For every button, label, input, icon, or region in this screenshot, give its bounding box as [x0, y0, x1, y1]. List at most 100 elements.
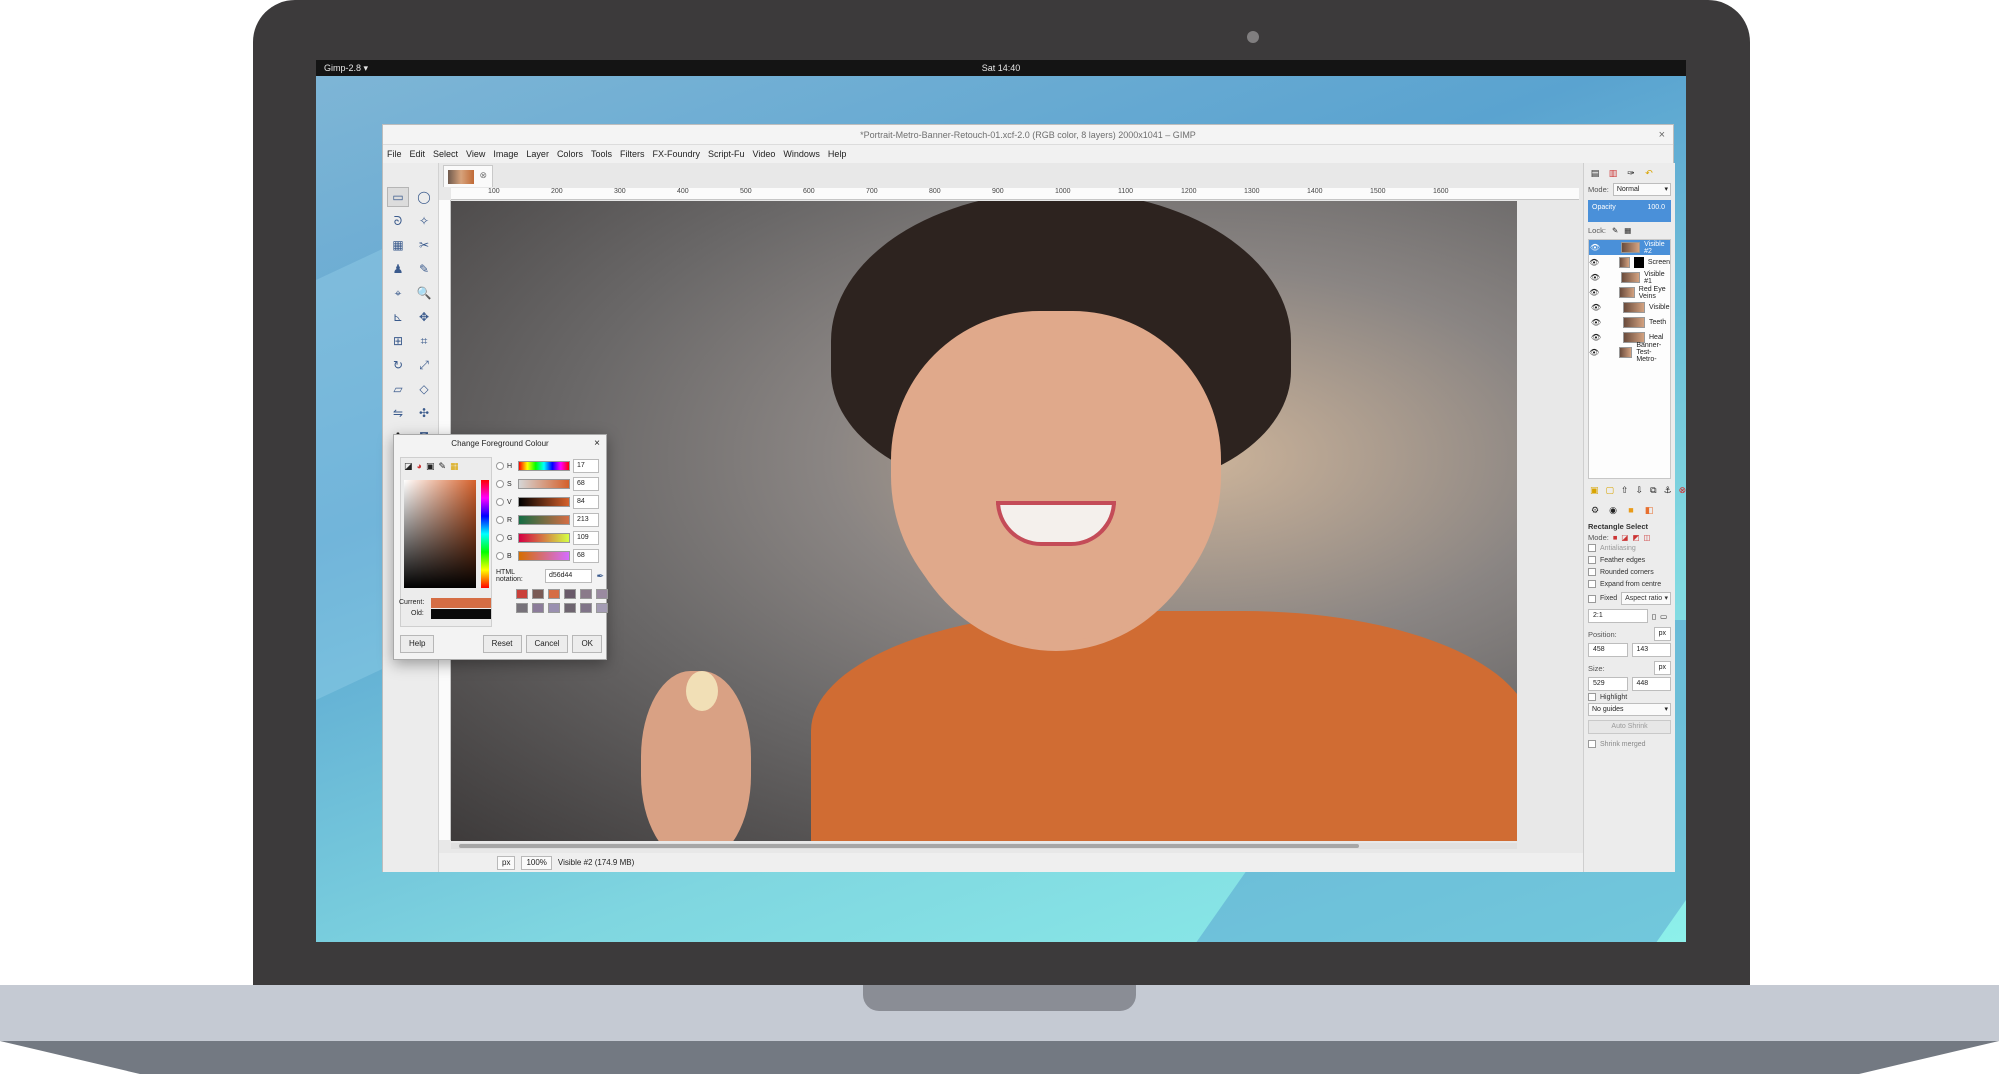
saturation-value-field[interactable] [404, 480, 476, 588]
expand-checkbox[interactable]: Expand from centre [1584, 578, 1675, 590]
close-icon[interactable]: × [1659, 125, 1665, 145]
mode-replace-icon[interactable]: ■ [1613, 533, 1618, 542]
menu-filters[interactable]: Filters [620, 149, 645, 159]
zoom-select[interactable]: 100% [521, 855, 552, 870]
paths-tab-icon[interactable]: ✑ [1624, 167, 1638, 179]
guides-select[interactable]: No guides [1588, 703, 1671, 716]
duplicate-layer-icon[interactable]: ⧉ [1650, 485, 1656, 496]
size-h-field[interactable]: 448 [1631, 677, 1671, 691]
history-swatch[interactable] [580, 603, 592, 613]
mode-intersect-icon[interactable]: ◫ [1644, 533, 1651, 542]
layer-row[interactable]: 👁 Red Eye Veins [1589, 285, 1670, 300]
undo-tab-icon[interactable]: ↶ [1642, 167, 1656, 179]
menu-fx-foundry[interactable]: FX-Foundry [652, 149, 700, 159]
image-tab[interactable]: ⊗ [443, 165, 493, 187]
eye-icon[interactable]: 👁 [1589, 288, 1599, 297]
eye-icon[interactable]: 👁 [1589, 348, 1599, 357]
shrink-merged-checkbox[interactable]: Shrink merged [1584, 738, 1675, 750]
history-swatch[interactable] [596, 589, 608, 599]
value-radio[interactable] [496, 498, 504, 506]
history-swatch[interactable] [548, 603, 560, 613]
menu-script-fu[interactable]: Script-Fu [708, 149, 745, 159]
cancel-button[interactable]: Cancel [525, 635, 569, 653]
green-slider[interactable] [518, 533, 570, 543]
layer-row[interactable]: 👁 Banner-Test-Metro- [1589, 342, 1670, 363]
history-swatch[interactable] [548, 589, 560, 599]
menu-tools[interactable]: Tools [591, 149, 612, 159]
cage-icon[interactable]: ✣ [413, 403, 435, 423]
layer-row[interactable]: 👁 Screen [1589, 255, 1670, 270]
new-group-icon[interactable]: ▢ [1606, 485, 1615, 496]
crop-icon[interactable]: ⌗ [413, 331, 435, 351]
layer-row[interactable]: 👁 Visible [1589, 300, 1670, 315]
scissors-icon[interactable]: ✂ [413, 235, 435, 255]
rotate-icon[interactable]: ↻ [387, 355, 409, 375]
hue-slider[interactable] [518, 461, 570, 471]
history-swatch[interactable] [532, 603, 544, 613]
position-x-field[interactable]: 458 [1588, 643, 1628, 657]
hue-radio[interactable] [496, 462, 504, 470]
blue-slider[interactable] [518, 551, 570, 561]
rect-select-icon[interactable]: ▭ [387, 187, 409, 207]
layer-row[interactable]: 👁 Visible #2 [1589, 240, 1670, 255]
history-swatch[interactable] [564, 603, 576, 613]
green-radio[interactable] [496, 534, 504, 542]
raise-layer-icon[interactable]: ⇧ [1621, 485, 1629, 496]
ok-button[interactable]: OK [572, 635, 602, 653]
highlight-checkbox[interactable]: Highlight [1584, 691, 1675, 703]
menu-edit[interactable]: Edit [410, 149, 426, 159]
rounded-checkbox[interactable]: Rounded corners [1584, 566, 1675, 578]
image-canvas[interactable] [451, 201, 1517, 841]
fixed-select[interactable]: Aspect ratio [1621, 592, 1671, 605]
lower-layer-icon[interactable]: ⇩ [1636, 485, 1644, 496]
layer-row[interactable]: 👁 Visible #1 [1589, 270, 1670, 285]
palette-selector-icon[interactable]: ▦ [450, 461, 459, 472]
color-picker-icon[interactable]: ⌖ [387, 283, 409, 303]
red-slider[interactable] [518, 515, 570, 525]
move-icon[interactable]: ✥ [413, 307, 435, 327]
free-select-icon[interactable]: ᘐ [387, 211, 409, 231]
ellipse-select-icon[interactable]: ◯ [413, 187, 435, 207]
flip-icon[interactable]: ⇋ [387, 403, 409, 423]
eye-icon[interactable]: 👁 [1589, 273, 1601, 282]
menu-layer[interactable]: Layer [526, 149, 549, 159]
green-value[interactable]: 109 [573, 531, 599, 545]
saturation-radio[interactable] [496, 480, 504, 488]
menu-select[interactable]: Select [433, 149, 458, 159]
hue-strip[interactable] [481, 480, 489, 588]
history-swatch[interactable] [580, 589, 592, 599]
hue-value[interactable]: 17 [573, 459, 599, 473]
history-swatch[interactable] [564, 589, 576, 599]
watercolor-selector-icon[interactable]: ✎ [438, 461, 446, 472]
history-swatch[interactable] [596, 603, 608, 613]
dialog-titlebar[interactable]: Change Foreground Colour × [394, 435, 606, 453]
menu-video[interactable]: Video [753, 149, 776, 159]
layer-row[interactable]: 👁 Teeth [1589, 315, 1670, 330]
anchor-icon[interactable]: ⚓ [1664, 485, 1672, 496]
tab-close-icon[interactable]: ⊗ [479, 170, 487, 181]
align-icon[interactable]: ⊞ [387, 331, 409, 351]
layer-mode-select[interactable]: Normal [1612, 183, 1671, 196]
position-y-field[interactable]: 143 [1631, 643, 1671, 657]
mode-add-icon[interactable]: ◪ [1621, 533, 1628, 542]
eye-icon[interactable]: 👁 [1589, 318, 1603, 327]
shear-icon[interactable]: ▱ [387, 379, 409, 399]
size-w-field[interactable]: 529 [1588, 677, 1628, 691]
eye-icon[interactable]: 👁 [1589, 243, 1601, 252]
device-status-tab-icon[interactable]: ◉ [1606, 504, 1620, 516]
history-swatch[interactable] [516, 589, 528, 599]
fixed-checkbox[interactable]: Fixed Aspect ratio [1584, 590, 1675, 607]
menu-file[interactable]: File [387, 149, 402, 159]
value-slider[interactable] [518, 497, 570, 507]
menu-view[interactable]: View [466, 149, 485, 159]
size-unit-select[interactable]: px [1653, 661, 1671, 675]
fuzzy-select-icon[interactable]: ✧ [413, 211, 435, 231]
red-value[interactable]: 213 [573, 513, 599, 527]
channels-tab-icon[interactable]: ▥ [1606, 167, 1620, 179]
mode-subtract-icon[interactable]: ◩ [1632, 533, 1639, 542]
help-button[interactable]: Help [400, 635, 435, 653]
perspective-icon[interactable]: ◇ [413, 379, 435, 399]
brushes-tab-icon[interactable]: ■ [1624, 504, 1638, 516]
gradients-tab-icon[interactable]: ◧ [1642, 504, 1656, 516]
window-titlebar[interactable]: *Portrait-Metro-Banner-Retouch-01.xcf-2.… [383, 125, 1673, 145]
